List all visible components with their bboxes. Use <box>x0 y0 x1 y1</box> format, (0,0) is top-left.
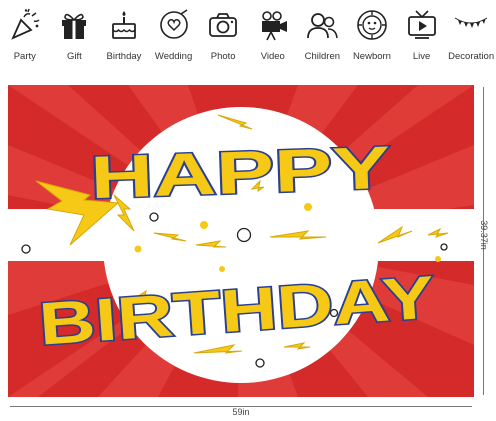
category-label: Live <box>412 51 431 62</box>
category-label: Video <box>260 51 285 62</box>
video-camera-icon <box>261 11 287 41</box>
gift-icon <box>62 13 87 39</box>
wedding-heart-icon <box>159 9 188 39</box>
children-icon <box>307 13 339 39</box>
category-children[interactable]: Children <box>298 0 347 62</box>
birthday-cake-icon <box>112 11 136 39</box>
category-decoration[interactable]: Decoration <box>447 0 496 62</box>
height-dimension: 39.37in <box>474 85 494 397</box>
category-wedding[interactable]: Wedding <box>149 0 198 62</box>
category-label: Party <box>13 51 36 62</box>
category-video[interactable]: Video <box>248 0 297 62</box>
banner-artwork: HAPPY BIRTHDAY <box>8 85 474 397</box>
category-label: Birthday <box>106 51 142 62</box>
category-label: Photo <box>210 51 236 62</box>
category-party[interactable]: Party <box>0 0 49 62</box>
category-bar: Party Gift Birthday Wedding Photo Video … <box>0 0 496 70</box>
category-label: Children <box>304 51 341 62</box>
category-label: Wedding <box>154 51 193 62</box>
category-live[interactable]: Live <box>397 0 446 62</box>
category-label: Newborn <box>352 51 391 62</box>
category-gift[interactable]: Gift <box>50 0 99 62</box>
height-label: 39.37in <box>479 220 489 250</box>
category-birthday[interactable]: Birthday <box>99 0 148 62</box>
party-popper-icon <box>11 8 40 40</box>
bunting-icon <box>454 17 488 28</box>
category-newborn[interactable]: Newborn <box>347 0 396 62</box>
banner-line-1: HAPPY <box>89 134 391 211</box>
tv-icon <box>407 10 436 39</box>
category-photo[interactable]: Photo <box>199 0 248 62</box>
category-label: Gift <box>67 51 82 62</box>
camera-icon <box>209 13 238 37</box>
birthday-banner: HAPPY BIRTHDAY <box>8 85 474 397</box>
width-dimension: 59in <box>8 401 474 419</box>
width-label: 59in <box>232 407 250 417</box>
category-label: Decoration <box>448 51 495 62</box>
newborn-icon <box>357 10 387 40</box>
